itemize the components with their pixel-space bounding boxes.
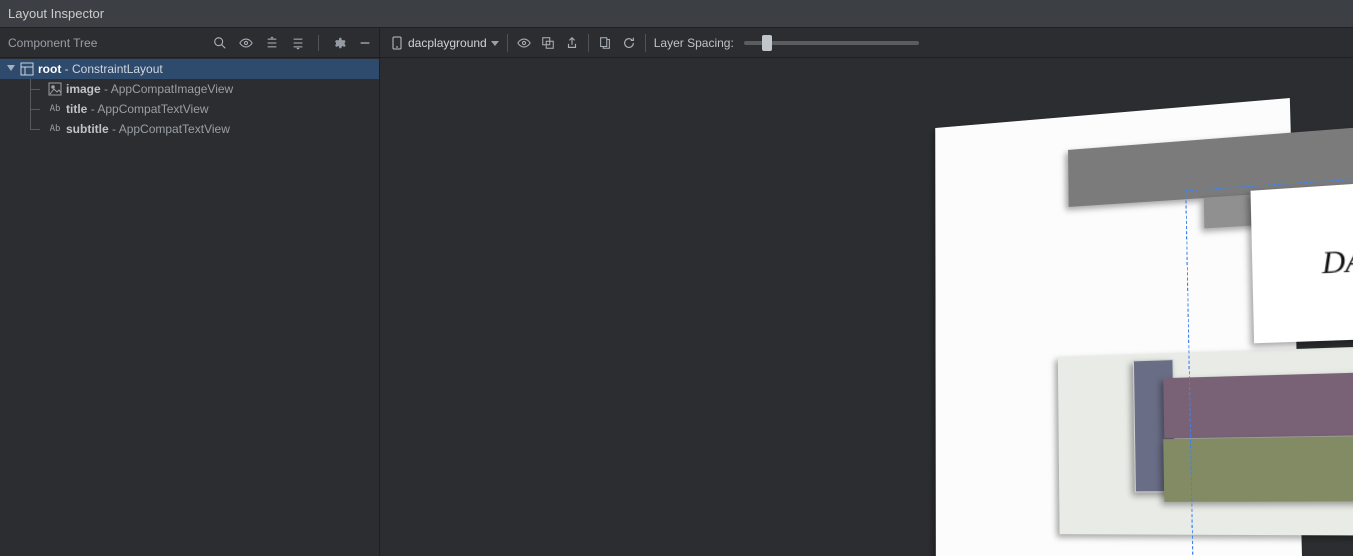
component-tree-panel: Component Tree xyxy=(0,28,380,556)
export-icon[interactable] xyxy=(564,35,580,51)
gear-icon[interactable] xyxy=(331,35,347,51)
tree-item-subtitle[interactable]: Ab subtitle - AppCompatTextView xyxy=(0,119,379,139)
textview-icon: Ab xyxy=(48,122,62,136)
tree-node-name: root xyxy=(38,62,61,76)
slider-thumb[interactable] xyxy=(762,35,772,51)
tree-node-type: - AppCompatTextView xyxy=(91,102,209,116)
tree-item-image[interactable]: image - AppCompatImageView xyxy=(0,79,379,99)
tree-item-title[interactable]: Ab title - AppCompatTextView xyxy=(0,99,379,119)
tree-node-name: title xyxy=(66,102,87,116)
3d-scene[interactable]: DAC Playground xyxy=(380,58,1353,556)
refresh-icon[interactable] xyxy=(621,35,637,51)
overlay-icon[interactable] xyxy=(540,35,556,51)
collapse-all-icon[interactable] xyxy=(290,35,306,51)
search-icon[interactable] xyxy=(212,35,228,51)
tree-node-type: - AppCompatTextView xyxy=(112,122,230,136)
visibility-icon[interactable] xyxy=(516,35,532,51)
tree-node-type: - AppCompatImageView xyxy=(104,82,233,96)
toolbar-divider xyxy=(507,34,508,52)
tree-connector xyxy=(30,99,44,119)
tree-connector xyxy=(30,79,44,99)
toolbar-divider xyxy=(588,34,589,52)
window-title: Layout Inspector xyxy=(8,6,104,21)
viewer-toolbar: dacplayground Layer Spacing: xyxy=(380,28,1353,58)
tree-connector xyxy=(30,119,44,139)
layer-band-top[interactable] xyxy=(1163,370,1353,439)
tree-root-row[interactable]: root - ConstraintLayout xyxy=(0,59,379,79)
layout-3d-viewport[interactable]: dacplayground Layer Spacing: xyxy=(380,28,1353,556)
tree-node-name: subtitle xyxy=(66,122,109,136)
tree-node-name: image xyxy=(66,82,101,96)
textview-icon: Ab xyxy=(48,102,62,116)
minimize-icon[interactable] xyxy=(357,35,373,51)
toolbar-divider xyxy=(318,35,319,51)
snapshot-icon[interactable] xyxy=(597,35,613,51)
layer-title-textview[interactable]: DAC Playground xyxy=(1251,166,1353,344)
layer-spacing-label: Layer Spacing: xyxy=(654,36,734,50)
panel-title: Component Tree xyxy=(8,36,97,50)
expand-all-icon[interactable] xyxy=(264,35,280,51)
rendered-title-text: DAC Playground xyxy=(1321,232,1353,281)
device-selector[interactable]: dacplayground xyxy=(390,36,499,50)
window-title-bar: Layout Inspector xyxy=(0,0,1353,28)
image-icon xyxy=(48,82,62,96)
toolbar-divider xyxy=(645,34,646,52)
tree-node-type: - ConstraintLayout xyxy=(65,62,163,76)
chevron-down-icon[interactable] xyxy=(6,62,16,76)
component-tree: root - ConstraintLayout image - AppCompa… xyxy=(0,58,379,556)
device-label: dacplayground xyxy=(408,36,487,50)
layer-band-bottom[interactable] xyxy=(1163,435,1353,502)
layer-spacing-slider[interactable] xyxy=(744,41,919,45)
layout-icon xyxy=(20,62,34,76)
eye-icon[interactable] xyxy=(238,35,254,51)
